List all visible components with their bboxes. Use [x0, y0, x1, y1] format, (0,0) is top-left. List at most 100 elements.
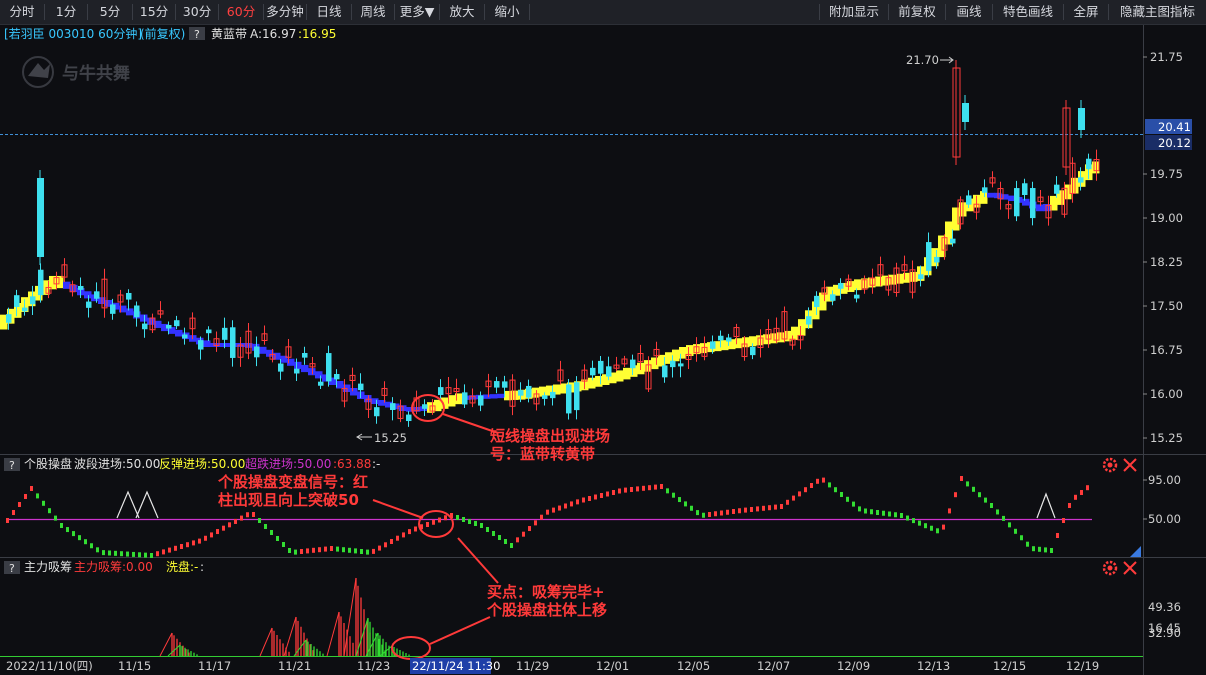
candle-body: [294, 368, 300, 374]
annotation-note-3b: 个股操盘柱体上移: [486, 601, 607, 619]
band-segment: [490, 394, 498, 399]
price-axis-label: 16.00: [1150, 387, 1183, 401]
zoom-out-button[interactable]: 缩小: [485, 0, 529, 24]
ref-price-value: 20.12: [1158, 136, 1191, 150]
indicator1-bar: [690, 505, 693, 511]
indicator1-bar: [786, 499, 789, 505]
forward-adjust-button[interactable]: 前复权: [889, 0, 945, 24]
special-draw-button[interactable]: 特色画线: [993, 0, 1063, 24]
candle-body: [38, 269, 44, 296]
indicator1-bar: [996, 509, 999, 515]
indicator1-bar: [216, 529, 219, 535]
band-segment: [1092, 161, 1100, 174]
indicator1-bar: [588, 496, 591, 501]
band-segment: [483, 394, 491, 399]
candle-body: [598, 360, 604, 374]
indicator1-bar: [126, 551, 129, 557]
indicator1-bar: [408, 529, 411, 535]
band-segment: [819, 292, 827, 311]
candle-body: [182, 334, 188, 339]
draw-line-button[interactable]: 画线: [946, 0, 992, 24]
band-segment: [700, 343, 708, 354]
fullscreen-button[interactable]: 全屏: [1064, 0, 1108, 24]
period-30min[interactable]: 30分: [176, 0, 218, 24]
candle-body: [574, 382, 580, 411]
period-5min[interactable]: 5分: [88, 0, 132, 24]
candle-body: [982, 187, 988, 193]
adjust-label: (前复权): [140, 26, 185, 41]
indicator1-bar: [834, 487, 837, 493]
indicator1-bar: [960, 476, 963, 481]
indicator1-bar: [810, 483, 813, 488]
indicator1-bar: [804, 487, 807, 493]
chart-area: [若羽臣 003010 60分钟] (前复权) ? 黄蓝带 A:16.97 :1…: [0, 25, 1206, 675]
more-dropdown[interactable]: 更多▼: [395, 0, 439, 24]
annotation-note-3a: 买点：吸筹完毕+: [487, 583, 605, 601]
indicator1-bar: [522, 531, 525, 537]
indicator1-bar: [720, 510, 723, 516]
period-60min[interactable]: 60分: [219, 0, 263, 24]
indicator1-bar: [252, 512, 255, 517]
indicator1-bar: [138, 552, 141, 558]
indicator1-bar: [708, 512, 711, 517]
band-segment: [623, 367, 631, 380]
indicator1-oversold-in: 超跌进场:50.00: [245, 456, 331, 471]
extra-display-button[interactable]: 附加显示: [820, 0, 888, 24]
indicator1-bar: [792, 495, 795, 501]
candle-body: [438, 387, 444, 395]
indicator1-bar: [1026, 541, 1029, 547]
indicator1-bar: [870, 509, 873, 515]
indicator1-bar: [474, 521, 477, 526]
band-segment: [798, 319, 806, 336]
candle-body: [390, 403, 396, 410]
band-segment: [63, 281, 71, 289]
help-icon-glyph: ?: [194, 28, 200, 41]
indicator1-bar: [768, 505, 771, 511]
candle-body: [950, 238, 956, 244]
indicator1-bar: [966, 481, 969, 487]
band-segment: [301, 364, 309, 373]
band-segment: [308, 368, 316, 376]
time-axis-label: 11/17: [198, 659, 231, 673]
band-segment: [910, 271, 918, 282]
indicator1-bar: [342, 547, 345, 553]
indicator1-bar: [798, 491, 801, 497]
indicator1-bar: [606, 491, 609, 497]
zoom-in-button[interactable]: 放大: [440, 0, 484, 24]
indicator1-bar: [288, 548, 291, 553]
band-segment: [875, 276, 883, 287]
indicator1-bar: [744, 507, 747, 513]
period-15min[interactable]: 15分: [133, 0, 175, 24]
annotation-note-2b: 柱出现且向上突破50: [218, 491, 359, 509]
band-segment: [70, 284, 78, 293]
period-day[interactable]: 日线: [307, 0, 351, 24]
band-segment: [987, 192, 995, 198]
indicator1-bar: [510, 543, 513, 548]
help-icon-glyph: ?: [9, 562, 15, 575]
indicator1-bar: [936, 528, 939, 534]
candle-body: [406, 414, 412, 422]
indicator1-suffix: :-: [372, 457, 380, 471]
hide-indicator-button[interactable]: 隐藏主图指标: [1109, 0, 1206, 24]
band-segment: [651, 357, 659, 370]
indicator1-bar: [354, 548, 357, 554]
indicator1-bar: [264, 524, 267, 529]
indicator2-suffix: :: [200, 560, 204, 574]
period-fenshi[interactable]: 分时: [0, 0, 44, 24]
indicator1-bar: [666, 488, 669, 494]
period-1min[interactable]: 1分: [45, 0, 87, 24]
band-segment: [532, 387, 540, 398]
indicator1-bar: [948, 508, 951, 514]
candle-body: [750, 346, 756, 356]
candle-body: [14, 295, 20, 307]
indicator1-bar: [198, 538, 201, 544]
indicator1-bar: [174, 545, 177, 551]
band-segment: [889, 274, 897, 285]
indicator1-bar: [906, 515, 909, 521]
period-multi-min[interactable]: 多分钟: [264, 0, 306, 24]
indicator1-bar: [516, 537, 519, 543]
period-week[interactable]: 周线: [352, 0, 394, 24]
candle-body: [710, 341, 716, 349]
help-icon-glyph: ?: [9, 459, 15, 472]
indicator1-bar: [702, 512, 705, 518]
